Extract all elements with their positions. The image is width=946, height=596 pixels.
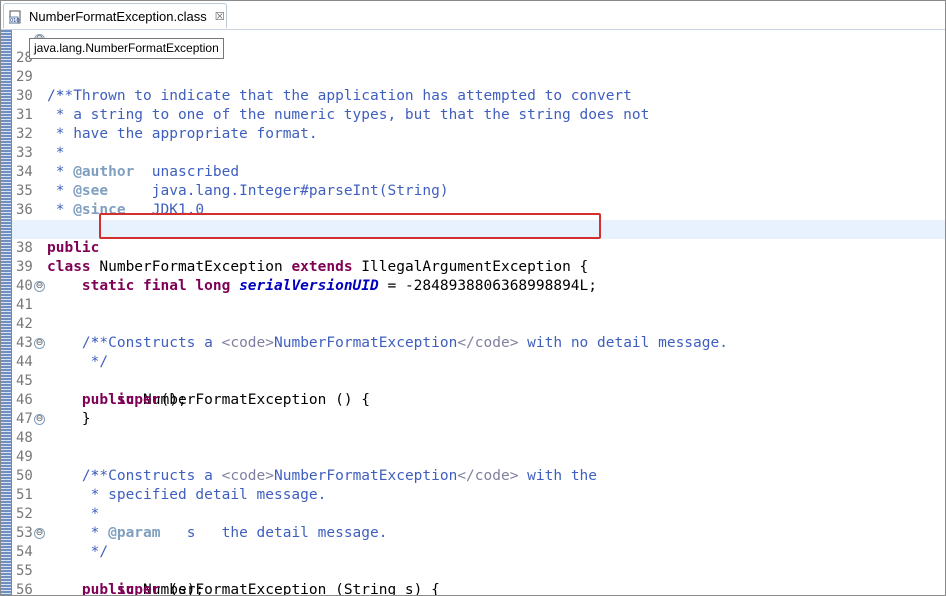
code-line: 36 */ [12,182,945,237]
code-line: 46 } [12,372,945,427]
code-line: 49 * Constructs a <code>NumberFormatExce… [12,429,945,484]
tab-title: NumberFormatException.class [29,8,207,24]
fold-toggle-icon[interactable]: ⊖ [34,414,45,425]
code-line: 53 */ [12,505,945,560]
code-line: 43 */ [12,315,945,370]
code-line: 35 * @since JDK1.0 [12,163,945,218]
tab-number-format-exception[interactable]: 010 NumberFormatException.class ☒ [3,3,227,28]
code-editor[interactable]: 28 ⊖ /** 29 * Thrown to indicate that th… [12,30,945,595]
code-line: 45 super(); [12,353,945,408]
fold-toggle-icon[interactable]: ⊖ [34,338,45,349]
code-line: 54 ⊖ public NumberFormatException (Strin… [12,524,945,595]
code-line: 31 * have the appropriate format. [12,87,945,142]
editor-window: 010 NumberFormatException.class ☒ 28 ⊖ /… [0,0,946,596]
class-file-icon: 010 [8,9,23,24]
code-line: 51 * [12,467,945,522]
svg-text:010: 010 [10,18,20,24]
overview-ruler[interactable] [1,30,12,595]
code-line: 55 super (s); [12,543,945,595]
fold-toggle-icon[interactable]: ⊖ [34,281,45,292]
code-line: 50 * specified detail message. [12,448,945,503]
code-line: 47 [12,391,945,427]
highlight-annotation-box [99,213,601,239]
code-line: 33 * @author unascribed [12,125,945,180]
code-line: 39 static final long serialVersionUID = … [12,239,945,294]
fold-toggle-icon[interactable]: ⊖ [34,528,45,539]
close-icon[interactable]: ☒ [215,10,225,23]
code-line: 44 ⊖ public NumberFormatException () { [12,334,945,408]
code-line: 56 } [12,562,945,595]
editor-tab-bar: 010 NumberFormatException.class ☒ [1,1,945,30]
code-line: 42 * Constructs a <code>NumberFormatExce… [12,296,945,351]
code-line: 32 * [12,106,945,161]
code-line: 57 [12,581,945,595]
code-line: 52 * @param s the detail message. [12,486,945,541]
code-line: 34 * @see java.lang.Integer#parseInt(Str… [12,144,945,199]
hover-tooltip: java.lang.NumberFormatException [29,38,224,59]
code-line: 41 ⊖ /** [12,277,945,351]
code-line: 30 * a string to one of the numeric type… [12,68,945,123]
code-line: 40 [12,258,945,294]
code-line: 48 ⊖ /** [12,410,945,484]
